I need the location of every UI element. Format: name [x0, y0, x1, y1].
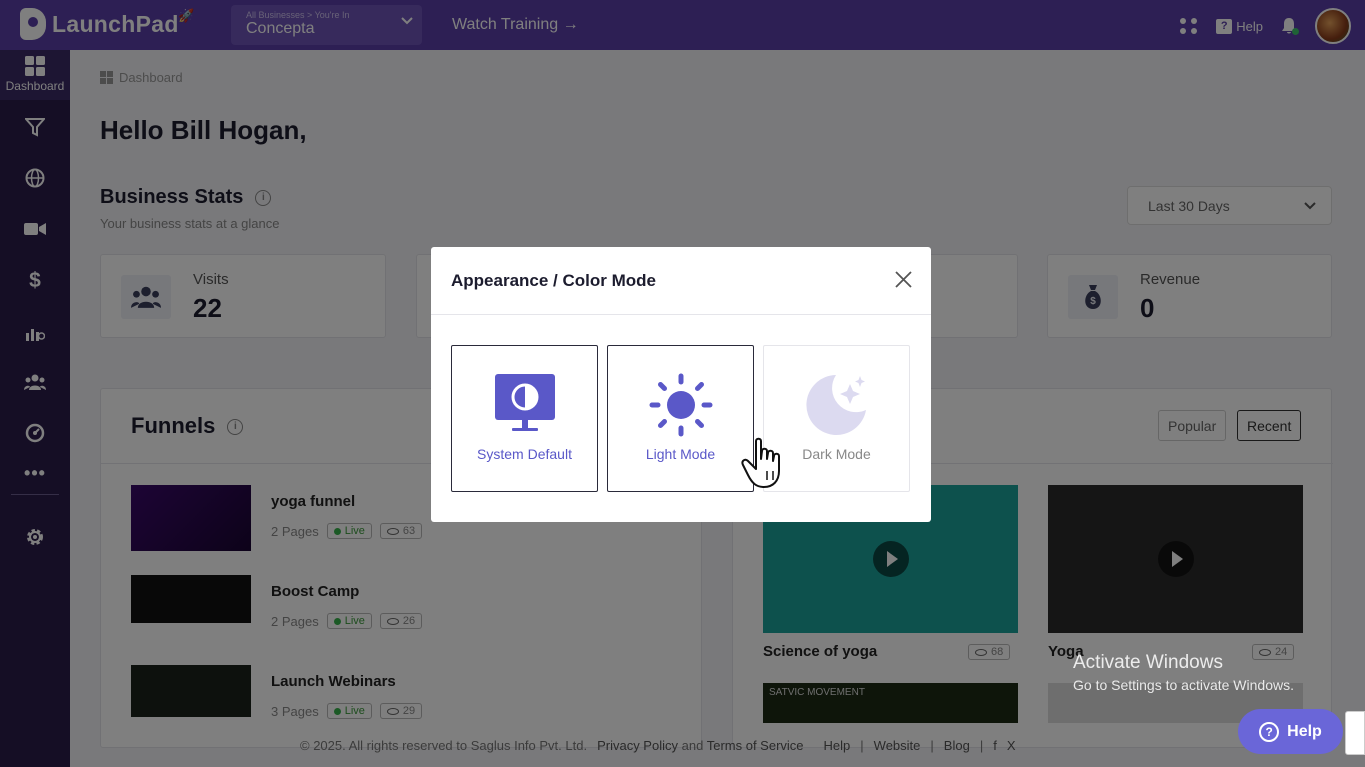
system-default-option[interactable]: System Default — [451, 345, 598, 492]
help-fab-label: Help — [1287, 722, 1322, 740]
option-label: Light Mode — [645, 446, 716, 462]
light-mode-option[interactable]: Light Mode — [607, 345, 754, 492]
watermark-line1: Activate Windows — [1073, 652, 1223, 673]
help-icon: ? — [1259, 721, 1280, 742]
option-label: Dark Mode — [802, 446, 871, 462]
modal-title: Appearance / Color Mode — [451, 271, 656, 290]
option-label: System Default — [477, 446, 572, 462]
hand-cursor-icon — [741, 437, 780, 488]
close-icon[interactable] — [895, 271, 912, 288]
moon-stars-icon — [806, 375, 866, 435]
watermark-line2: Go to Settings to activate Windows. — [1073, 677, 1294, 693]
dark-mode-option[interactable]: Dark Mode — [763, 345, 910, 492]
windows-activation-watermark: Activate Windows Go to Settings to activ… — [1073, 652, 1294, 693]
side-drawer-tab[interactable] — [1345, 711, 1365, 755]
monitor-contrast-icon — [495, 374, 555, 431]
appearance-modal: Appearance / Color Mode System Default L… — [431, 247, 931, 522]
help-button[interactable]: ? Help — [1238, 709, 1343, 754]
sun-icon — [649, 373, 713, 437]
modal-divider — [431, 314, 931, 315]
